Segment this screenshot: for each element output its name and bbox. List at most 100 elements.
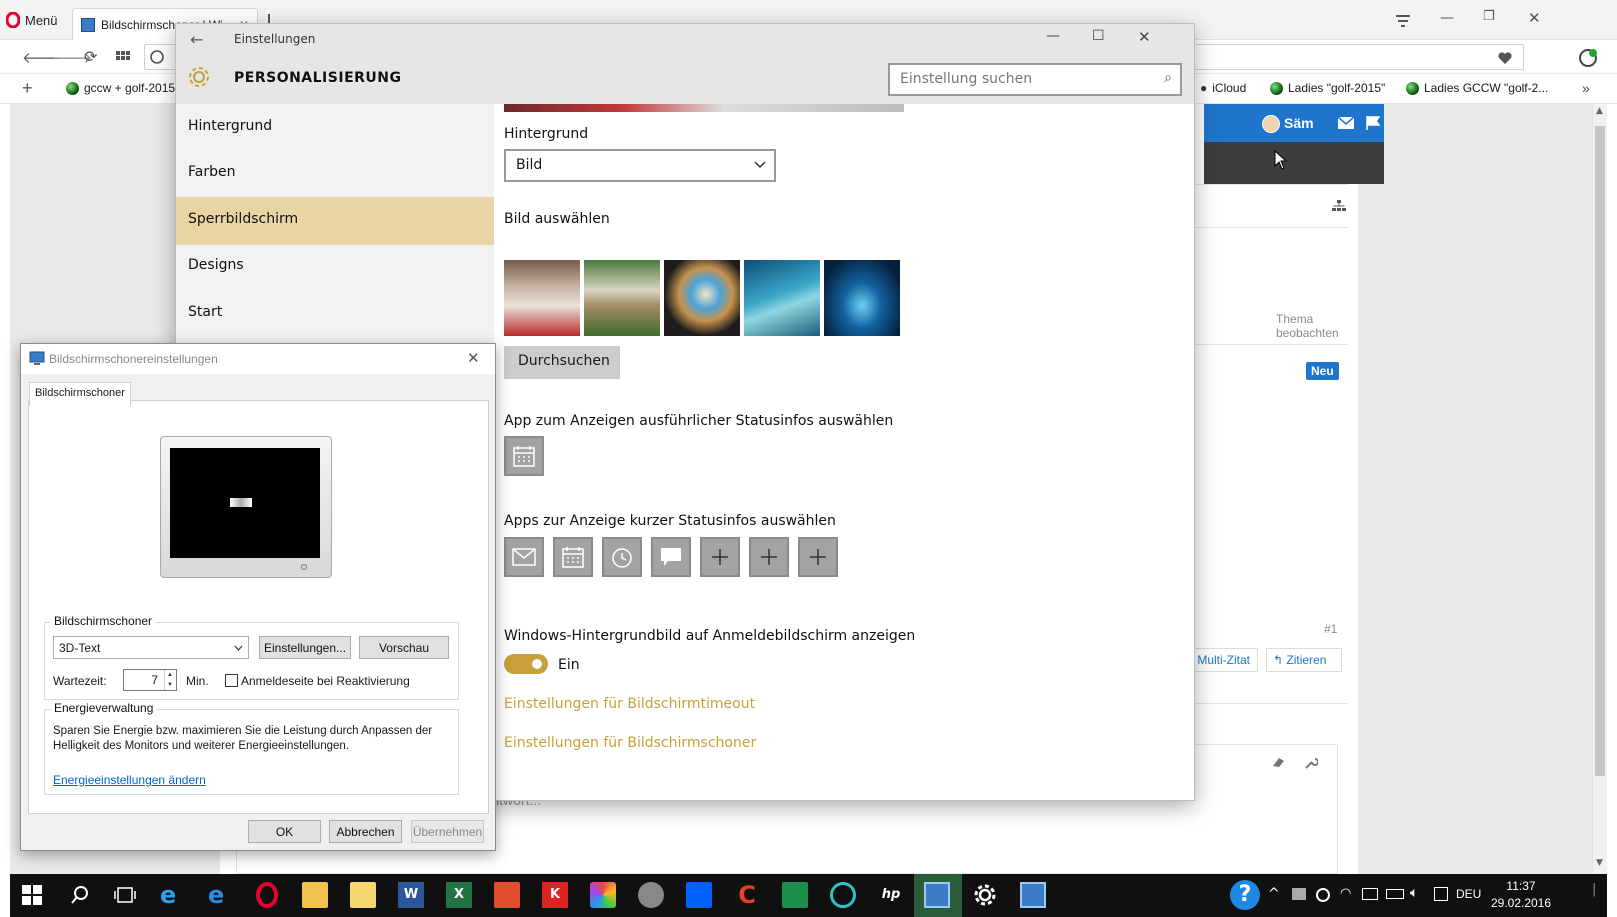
wartezeit-stepper[interactable]: 7 ▲ ▼ [123,669,177,691]
back-arrow-icon[interactable]: ← [190,30,203,49]
mail-icon[interactable] [1338,117,1354,129]
hintergrund-dropdown[interactable]: Bild [504,149,776,182]
quick-app-calendar-button[interactable] [553,537,593,577]
nav-item-hintergrund[interactable]: Hintergrund [176,104,494,152]
control-panel-icon[interactable] [1020,882,1046,908]
volume-muted-icon[interactable]: 🔈︎ [1410,885,1418,901]
zitieren-button[interactable]: ↰ Zitieren [1266,648,1342,672]
vorschau-button[interactable]: Vorschau [359,636,449,659]
energie-link[interactable]: Energieeinstellungen ändern [53,773,206,787]
scroll-up-icon[interactable]: ▲ [1596,106,1603,116]
tab-bildschirmschoner[interactable]: Bildschirmschoner [29,382,131,406]
file-explorer-icon[interactable] [350,882,376,908]
site-info-icon[interactable] [150,50,164,64]
durchsuchen-button[interactable]: Durchsuchen [504,346,620,379]
close-icon[interactable]: ✕ [1528,9,1541,27]
hp-icon[interactable]: hp [878,882,904,908]
page-scrollbar[interactable]: ▲ ▼ [1592,104,1607,874]
bookmark-item[interactable]: Ladies GCCW "golf-2... [1406,81,1548,95]
maximize-icon[interactable]: ☐ [1092,28,1105,44]
kaspersky-icon[interactable]: K [542,882,568,908]
quick-app-message-button[interactable] [651,537,691,577]
nav-item-sperrbildschirm[interactable]: Sperrbildschirm [176,197,494,245]
quick-app-add-button-2[interactable] [749,537,789,577]
wifi-icon[interactable]: ◠ [1340,886,1351,901]
stepper-arrows-icon[interactable]: ▲ ▼ [164,670,175,690]
bookmark-item[interactable]: ● iCloud [1200,81,1246,95]
einstellungen-button[interactable]: Einstellungen... [259,636,351,659]
speed-dial-icon[interactable] [116,51,130,65]
heart-icon[interactable] [1497,51,1513,65]
quick-app-add-button-3[interactable] [798,537,838,577]
tray-app2-icon[interactable] [1362,888,1378,900]
scroll-down-icon[interactable]: ▼ [1596,858,1603,868]
minimize-icon[interactable]: — [1440,10,1454,26]
uebernehmen-button[interactable]: Übernehmen [411,820,484,843]
clock[interactable]: 11:37 29.02.2016 [1490,878,1552,912]
battery-icon[interactable] [1386,889,1404,899]
lockscreen-thumb-5[interactable] [824,260,900,336]
nav-item-farben[interactable]: Farben [176,150,494,198]
tab-menu-icon[interactable] [1395,14,1411,28]
lockscreen-thumb-2[interactable] [584,260,660,336]
help-icon[interactable]: ? [1230,880,1260,910]
nav-item-start[interactable]: Start [176,290,494,338]
app-ring-icon[interactable] [830,882,856,908]
internet-explorer-icon[interactable]: e [160,882,186,908]
minimize-icon[interactable]: — [1046,28,1060,44]
quick-app-add-button-1[interactable] [700,537,740,577]
sitemap-icon[interactable] [1332,200,1346,212]
bookmark-item[interactable]: Ladies "golf-2015" [1270,81,1385,95]
flag-icon[interactable] [1366,116,1380,130]
wrench-icon[interactable] [1304,756,1318,770]
settings-search-input[interactable]: Einstellung suchen ⌕ [888,63,1182,96]
quick-app-alarm-button[interactable] [602,537,642,577]
close-icon[interactable]: ✕ [467,349,480,367]
photos-icon[interactable] [590,882,616,908]
screensaver-settings-taskbar-icon[interactable] [924,882,950,908]
opera-icon[interactable] [254,882,280,908]
excel-icon[interactable]: X [446,882,472,908]
search-icon[interactable] [70,885,90,905]
extension-icon[interactable] [1578,48,1598,68]
detail-app-calendar-button[interactable] [504,436,544,476]
abbrechen-button[interactable]: Abbrechen [329,820,402,843]
tray-chevron-up-icon[interactable]: ^ [1268,886,1280,902]
windows-start-icon[interactable] [22,885,42,905]
nav-item-designs[interactable]: Designs [176,243,494,291]
tray-app-icon[interactable] [1316,888,1330,902]
show-desktop-button[interactable]: | [1592,882,1596,897]
settings-gear-icon[interactable] [972,882,998,908]
task-view-icon[interactable] [114,885,136,905]
lockscreen-thumb-3[interactable] [664,260,740,336]
scroll-thumb[interactable] [1595,126,1605,776]
anmeldeseite-checkbox[interactable] [225,674,238,687]
action-center-icon[interactable] [1434,887,1448,901]
lockscreen-thumb-1[interactable] [504,260,580,336]
more-bookmarks-icon[interactable]: » [1582,80,1590,96]
bookmark-item[interactable]: gccw + golf-2015 [66,81,175,95]
reload-icon[interactable]: ⟳ [84,47,97,66]
user-name[interactable]: Säm [1284,115,1314,131]
app-green-icon[interactable] [782,882,808,908]
opera-menu-button[interactable]: Menü [6,8,58,32]
dropbox-icon[interactable] [686,882,712,908]
eraser-icon[interactable] [1272,756,1286,768]
tray-network-drive-icon[interactable] [1292,888,1306,900]
lockscreen-thumb-4[interactable] [744,260,820,336]
ok-button[interactable]: OK [248,820,321,843]
add-bookmark-icon[interactable]: + [22,78,33,99]
mail-app-icon[interactable] [302,882,328,908]
ccleaner-icon[interactable]: C [734,882,760,908]
word-icon[interactable]: W [398,882,424,908]
user-avatar[interactable] [1262,115,1280,133]
bildschirmschoner-link[interactable]: Einstellungen für Bildschirmschoner [504,735,756,751]
bildschirmtimeout-link[interactable]: Einstellungen für Bildschirmtimeout [504,696,755,712]
close-icon[interactable]: ✕ [1138,28,1151,46]
windows-bg-toggle[interactable] [504,654,548,674]
restore-icon[interactable]: ❐ [1483,9,1495,24]
screensaver-select[interactable]: 3D-Text [53,636,249,659]
thema-beobachten-link[interactable]: Thema beobachten [1276,312,1358,340]
edge-icon[interactable]: e [208,882,234,908]
app-red-icon[interactable] [494,882,520,908]
